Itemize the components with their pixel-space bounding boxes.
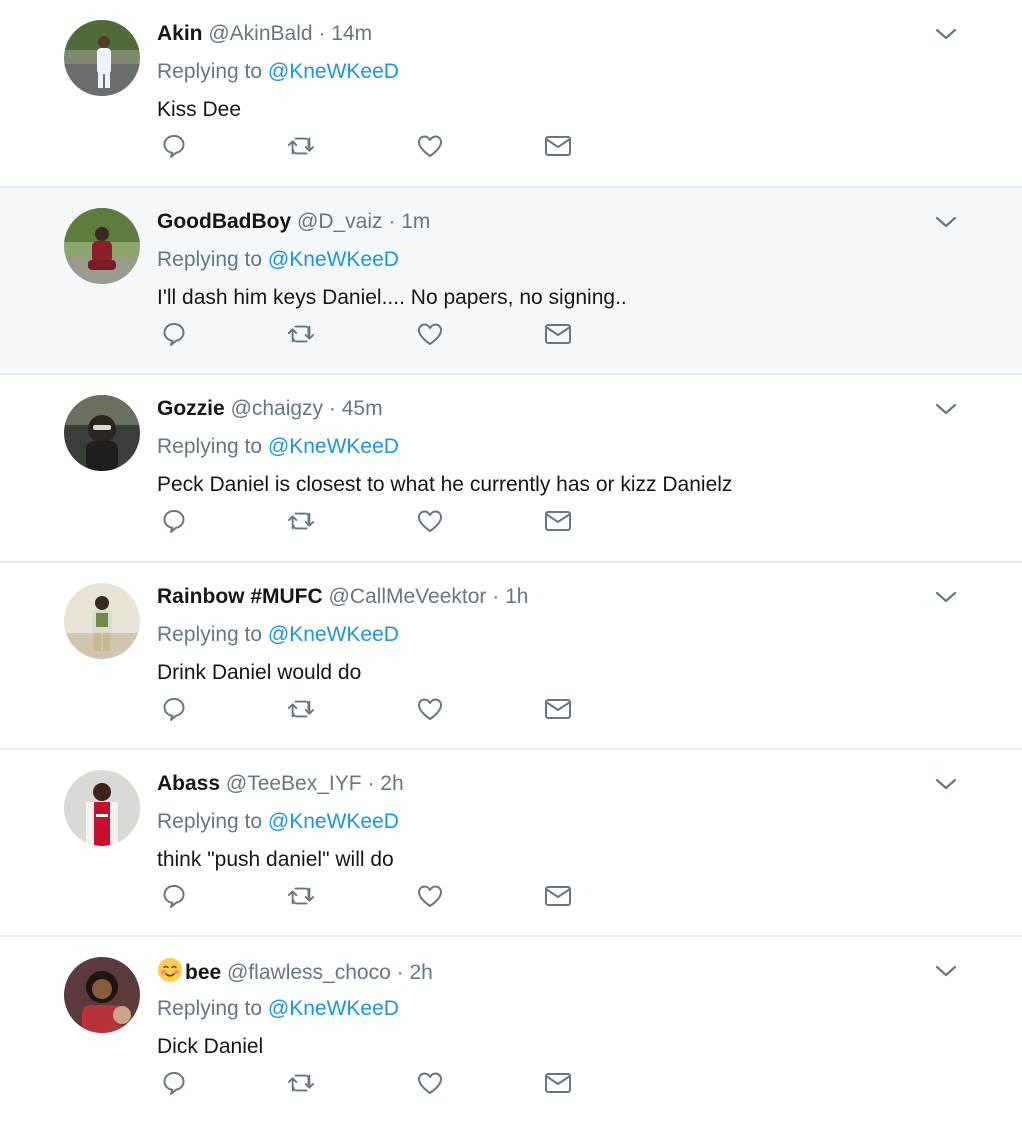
heart-icon[interactable] xyxy=(416,1069,444,1097)
retweet-icon[interactable] xyxy=(287,1069,315,1097)
tweet[interactable]: GoodBadBoy @D_vaiz · 1m Replying to @Kne… xyxy=(0,188,1022,375)
replying-to-label: Replying to xyxy=(157,435,263,458)
heart-icon[interactable] xyxy=(416,882,444,910)
retweet-icon[interactable] xyxy=(287,507,315,535)
replying-to-link[interactable]: @KneWKeeD xyxy=(268,60,399,83)
retweet-icon[interactable] xyxy=(287,695,315,723)
avatar[interactable] xyxy=(64,583,140,659)
user-handle[interactable]: @TeeBex_IYF xyxy=(226,772,362,795)
envelope-icon[interactable] xyxy=(544,132,572,160)
user-handle[interactable]: @flawless_choco xyxy=(227,961,391,984)
replying-to-link[interactable]: @KneWKeeD xyxy=(268,810,399,833)
display-name[interactable]: Akin xyxy=(157,22,203,45)
display-name[interactable]: Gozzie xyxy=(157,397,225,420)
tweet-header: Akin @AkinBald · 14m xyxy=(157,20,372,48)
tweet-text: Drink Daniel would do xyxy=(157,661,362,684)
envelope-icon[interactable] xyxy=(544,507,572,535)
replying-to-label: Replying to xyxy=(157,623,263,646)
replying-to: Replying to @KneWKeeD xyxy=(157,58,399,86)
replying-to: Replying to @KneWKeeD xyxy=(157,246,399,274)
envelope-icon[interactable] xyxy=(544,882,572,910)
timestamp[interactable]: 2h xyxy=(409,961,432,984)
replying-to-link[interactable]: @KneWKeeD xyxy=(268,435,399,458)
replying-to: Replying to @KneWKeeD xyxy=(157,995,399,1023)
retweet-icon[interactable] xyxy=(287,320,315,348)
separator-dot: · xyxy=(388,210,396,233)
tweet[interactable]: Abass @TeeBex_IYF · 2h Replying to @KneW… xyxy=(0,750,1022,937)
replying-to-label: Replying to xyxy=(157,810,263,833)
replying-to-link[interactable]: @KneWKeeD xyxy=(268,997,399,1020)
heart-icon[interactable] xyxy=(416,320,444,348)
separator-dot: · xyxy=(318,22,326,45)
tweet-text: think "push daniel" will do xyxy=(157,848,394,871)
tweet[interactable]: bee @flawless_choco · 2h Replying to @Kn… xyxy=(0,937,1022,1122)
timestamp[interactable]: 1m xyxy=(401,210,430,233)
user-handle[interactable]: @chaigzy xyxy=(231,397,324,420)
replying-to: Replying to @KneWKeeD xyxy=(157,621,399,649)
replying-to-label: Replying to xyxy=(157,997,263,1020)
avatar[interactable] xyxy=(64,770,140,846)
chevron-down-icon[interactable] xyxy=(934,26,958,42)
timestamp[interactable]: 1h xyxy=(505,585,528,608)
tweet-text: I'll dash him keys Daniel.... No papers,… xyxy=(157,286,627,309)
tweet-header: GoodBadBoy @D_vaiz · 1m xyxy=(157,208,430,236)
envelope-icon[interactable] xyxy=(544,695,572,723)
separator-dot: · xyxy=(367,772,375,795)
tweet-header: bee @flawless_choco · 2h xyxy=(157,957,433,991)
chevron-down-icon[interactable] xyxy=(934,214,958,230)
tweet-text: Dick Daniel xyxy=(157,1035,264,1058)
avatar[interactable] xyxy=(64,208,140,284)
envelope-icon[interactable] xyxy=(544,320,572,348)
tweet-header: Rainbow #MUFC @CallMeVeektor · 1h xyxy=(157,583,528,611)
display-name[interactable]: Abass xyxy=(157,772,220,795)
reply-icon[interactable] xyxy=(160,695,188,723)
avatar[interactable] xyxy=(64,20,140,96)
user-handle[interactable]: @AkinBald xyxy=(208,22,312,45)
chevron-down-icon[interactable] xyxy=(934,776,958,792)
replying-to-label: Replying to xyxy=(157,60,263,83)
replying-to: Replying to @KneWKeeD xyxy=(157,808,399,836)
tweet[interactable]: Rainbow #MUFC @CallMeVeektor · 1h Replyi… xyxy=(0,563,1022,750)
heart-icon[interactable] xyxy=(416,507,444,535)
display-name[interactable]: bee xyxy=(185,961,221,984)
chevron-down-icon[interactable] xyxy=(934,963,958,979)
display-name[interactable]: Rainbow #MUFC xyxy=(157,585,323,608)
separator-dot: · xyxy=(492,585,500,608)
replying-to-link[interactable]: @KneWKeeD xyxy=(268,248,399,271)
separator-dot: · xyxy=(328,397,336,420)
reply-icon[interactable] xyxy=(160,882,188,910)
chevron-down-icon[interactable] xyxy=(934,589,958,605)
heart-icon[interactable] xyxy=(416,695,444,723)
tweet-text: Peck Daniel is closest to what he curren… xyxy=(157,473,733,496)
separator-dot: · xyxy=(396,961,404,984)
retweet-icon[interactable] xyxy=(287,132,315,160)
tweet-header: Abass @TeeBex_IYF · 2h xyxy=(157,770,404,798)
replying-to-link[interactable]: @KneWKeeD xyxy=(268,623,399,646)
reply-icon[interactable] xyxy=(160,132,188,160)
replying-to: Replying to @KneWKeeD xyxy=(157,433,399,461)
tweet[interactable]: Akin @AkinBald · 14m Replying to @KneWKe… xyxy=(0,0,1022,188)
user-handle[interactable]: @D_vaiz xyxy=(297,210,383,233)
timestamp[interactable]: 14m xyxy=(331,22,372,45)
retweet-icon[interactable] xyxy=(287,882,315,910)
tweet-header: Gozzie @chaigzy · 45m xyxy=(157,395,383,423)
replying-to-label: Replying to xyxy=(157,248,263,271)
chevron-down-icon[interactable] xyxy=(934,401,958,417)
smiling-blushing-face-emoji xyxy=(157,957,183,991)
timestamp[interactable]: 45m xyxy=(342,397,383,420)
reply-feed: Akin @AkinBald · 14m Replying to @KneWKe… xyxy=(0,0,1022,1122)
tweet-text: Kiss Dee xyxy=(157,98,242,121)
display-name[interactable]: GoodBadBoy xyxy=(157,210,291,233)
avatar[interactable] xyxy=(64,957,140,1033)
heart-icon[interactable] xyxy=(416,132,444,160)
avatar[interactable] xyxy=(64,395,140,471)
reply-icon[interactable] xyxy=(160,1069,188,1097)
envelope-icon[interactable] xyxy=(544,1069,572,1097)
reply-icon[interactable] xyxy=(160,320,188,348)
user-handle[interactable]: @CallMeVeektor xyxy=(329,585,487,608)
reply-icon[interactable] xyxy=(160,507,188,535)
timestamp[interactable]: 2h xyxy=(380,772,403,795)
tweet[interactable]: Gozzie @chaigzy · 45m Replying to @KneWK… xyxy=(0,375,1022,563)
